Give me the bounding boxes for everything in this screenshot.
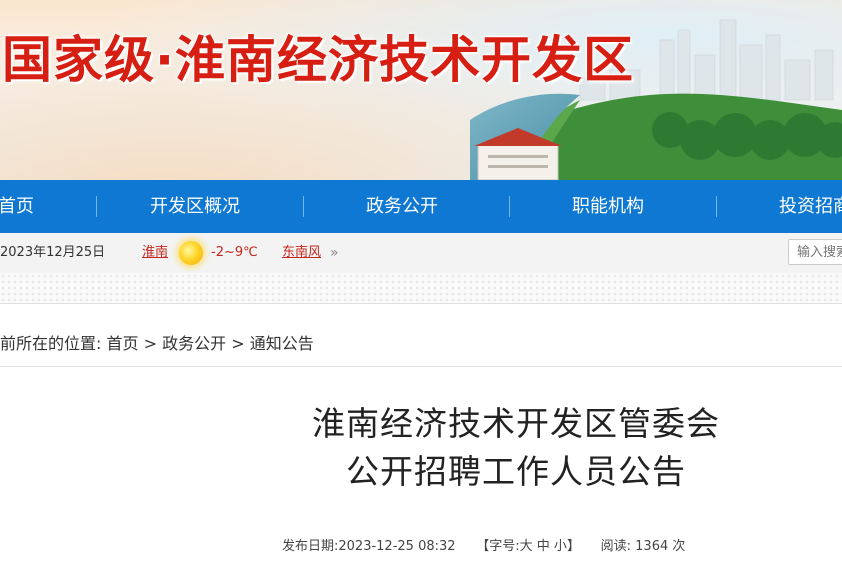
current-date: 2023年12月25日	[0, 245, 106, 260]
weather-temperature[interactable]: -2~9℃	[211, 233, 258, 273]
nav-item-home[interactable]: 首页	[0, 180, 34, 233]
nav-item-gov-affairs[interactable]: 政务公开	[366, 180, 438, 233]
weather-city-link[interactable]: 淮南	[142, 233, 168, 273]
font-size-open: 【字号:	[476, 539, 520, 554]
reads-unit: 次	[672, 539, 686, 554]
breadcrumb-separator: >	[231, 334, 250, 353]
font-size-large-button[interactable]: 大	[520, 539, 533, 554]
article-title-line-2: 公开招聘工作人员公告	[346, 452, 686, 491]
font-size-small-button[interactable]: 小	[554, 539, 567, 554]
breadcrumb-section-link[interactable]: 政务公开	[162, 334, 226, 353]
nav-item-overview[interactable]: 开发区概况	[150, 180, 240, 233]
breadcrumb: 前所在的位置: 首页 > 政务公开 > 通知公告	[0, 330, 314, 354]
breadcrumb-home-link[interactable]: 首页	[107, 334, 139, 353]
breadcrumb-separator: >	[143, 334, 163, 353]
breadcrumb-current-link[interactable]: 通知公告	[250, 334, 314, 353]
article-title-line-1: 淮南经济技术开发区管委会	[312, 404, 720, 443]
info-bar: 2023年12月25日 淮南 -2~9℃ 东南风 »	[0, 233, 842, 273]
search-input[interactable]	[788, 239, 842, 265]
weather-wind[interactable]: 东南风	[282, 233, 321, 273]
sun-icon	[179, 241, 203, 265]
breadcrumb-prefix: 前所在的位置:	[0, 334, 102, 353]
reads-label: 阅读:	[600, 539, 632, 554]
nav-divider	[303, 196, 304, 217]
nav-divider	[96, 196, 97, 217]
nav-divider	[509, 196, 510, 217]
divider	[0, 366, 842, 367]
publish-date-value: 2023-12-25 08:32	[338, 539, 456, 554]
reads-count: 1364	[635, 539, 669, 554]
nav-divider	[716, 196, 717, 217]
decorative-pattern-strip	[0, 273, 842, 304]
nav-item-investment[interactable]: 投资招商	[779, 180, 842, 233]
article-meta: 发布日期:2023-12-25 08:32 【字号:大 中 小】 阅读: 136…	[282, 535, 685, 554]
nav-item-departments[interactable]: 职能机构	[572, 180, 644, 233]
site-title: 国家级·淮南经济技术开发区	[2, 31, 634, 89]
font-size-close: 】	[566, 539, 580, 554]
double-chevron-right-icon[interactable]: »	[330, 233, 339, 273]
font-size-medium-button[interactable]: 中	[537, 539, 550, 554]
site-banner: 国家级·淮南经济技术开发区	[0, 0, 842, 180]
article-title: 淮南经济技术开发区管委会 公开招聘工作人员公告	[256, 400, 776, 496]
main-nav: 首页 开发区概况 政务公开 职能机构 投资招商	[0, 180, 842, 233]
publish-date-label: 发布日期:	[282, 539, 339, 554]
